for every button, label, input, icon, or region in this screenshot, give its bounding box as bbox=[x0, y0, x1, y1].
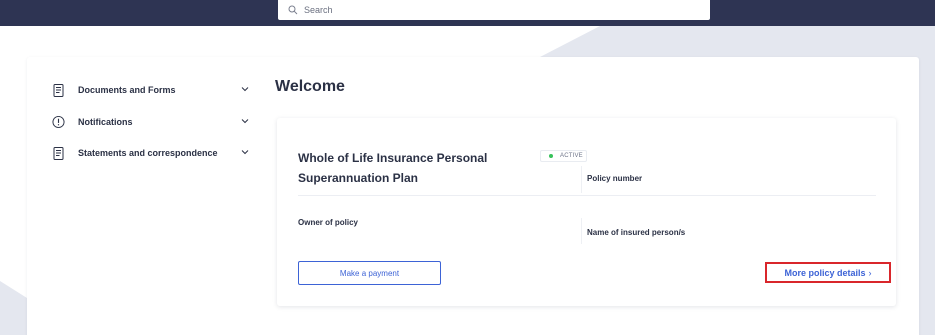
divider bbox=[298, 195, 876, 196]
sidebar-item-label: Documents and Forms bbox=[78, 85, 176, 95]
search-icon bbox=[288, 5, 298, 15]
sidebar-item-notifications[interactable]: Notifications bbox=[52, 114, 252, 130]
make-payment-button[interactable]: Make a payment bbox=[298, 261, 441, 285]
chevron-right-icon: › bbox=[868, 267, 872, 278]
document-icon bbox=[52, 83, 65, 97]
chevron-down-icon[interactable] bbox=[241, 149, 249, 155]
status-label: ACTIVE bbox=[560, 153, 583, 159]
chevron-down-icon[interactable] bbox=[241, 86, 249, 92]
policy-name: Whole of Life Insurance Personal Superan… bbox=[298, 151, 488, 185]
status-dot-icon bbox=[549, 154, 553, 158]
divider bbox=[581, 166, 582, 193]
owner-of-policy-label: Owner of policy bbox=[298, 218, 359, 227]
more-policy-details-link[interactable]: More policy details › bbox=[765, 262, 891, 283]
search-bar[interactable] bbox=[278, 0, 710, 20]
sidebar-item-statements-and-correspondence[interactable]: Statements and correspondence bbox=[52, 145, 252, 161]
insured-persons-label: Name of insured person/s bbox=[587, 228, 686, 237]
sidebar-item-documents-and-forms[interactable]: Documents and Forms bbox=[52, 82, 252, 98]
alert-circle-icon bbox=[52, 115, 65, 129]
more-policy-details-label: More policy details bbox=[784, 267, 866, 278]
policy-number-label: Policy number bbox=[587, 174, 643, 183]
divider bbox=[581, 218, 582, 244]
chevron-down-icon[interactable] bbox=[241, 118, 249, 124]
page-title: Welcome bbox=[275, 78, 345, 95]
sidebar-item-label: Statements and correspondence bbox=[78, 148, 218, 158]
search-input[interactable] bbox=[304, 5, 684, 15]
sidebar-item-label: Notifications bbox=[78, 117, 133, 127]
document-icon bbox=[52, 146, 65, 160]
status-badge: ACTIVE bbox=[540, 150, 587, 162]
